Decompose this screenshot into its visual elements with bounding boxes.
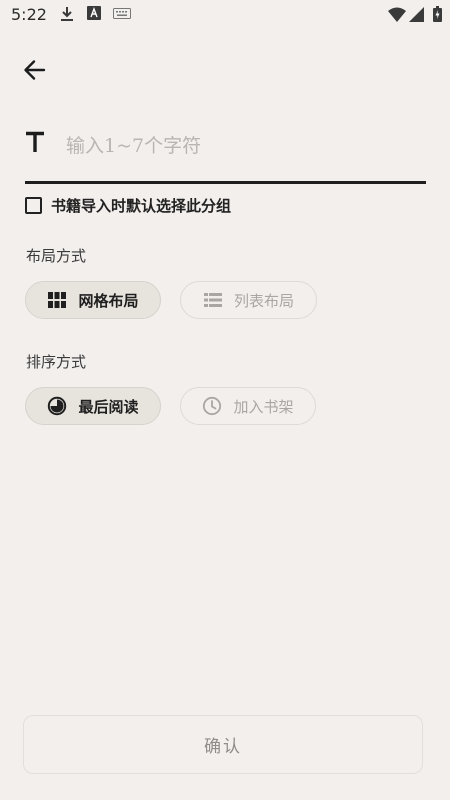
layout-section-title: 布局方式 xyxy=(26,247,87,265)
recent-read-icon xyxy=(48,396,67,416)
group-name-input[interactable] xyxy=(66,128,416,164)
status-bar: 5:22 xyxy=(0,0,450,30)
last-read-chip[interactable]: 最后阅读 xyxy=(25,387,161,425)
signal-icon xyxy=(409,7,424,22)
default-group-checkbox-row[interactable]: 书籍导入时默认选择此分组 xyxy=(25,194,231,216)
grid-layout-label: 网格布局 xyxy=(78,291,139,310)
added-to-shelf-chip[interactable]: 加入书架 xyxy=(180,387,316,425)
grid-icon xyxy=(48,292,67,308)
grid-layout-chip[interactable]: 网格布局 xyxy=(25,281,161,319)
input-underline xyxy=(25,181,426,184)
wifi-icon xyxy=(388,7,406,22)
default-group-checkbox-label: 书籍导入时默认选择此分组 xyxy=(51,196,232,215)
clock-icon xyxy=(203,396,222,416)
download-icon xyxy=(61,7,73,21)
confirm-button[interactable]: 确认 xyxy=(23,715,423,774)
list-layout-chip[interactable]: 列表布局 xyxy=(180,281,317,319)
default-group-checkbox[interactable] xyxy=(25,196,42,214)
text-t-icon xyxy=(26,131,44,152)
font-a-icon xyxy=(87,6,101,20)
list-icon xyxy=(203,293,222,307)
list-layout-label: 列表布局 xyxy=(233,291,294,310)
back-button[interactable] xyxy=(20,55,50,85)
last-read-label: 最后阅读 xyxy=(78,397,139,416)
sort-section-title: 排序方式 xyxy=(26,353,87,371)
added-to-shelf-label: 加入书架 xyxy=(233,397,294,416)
arrow-left-icon[interactable] xyxy=(20,55,50,85)
battery-icon xyxy=(433,6,442,22)
keyboard-icon xyxy=(113,8,131,19)
status-time: 5:22 xyxy=(11,5,47,24)
